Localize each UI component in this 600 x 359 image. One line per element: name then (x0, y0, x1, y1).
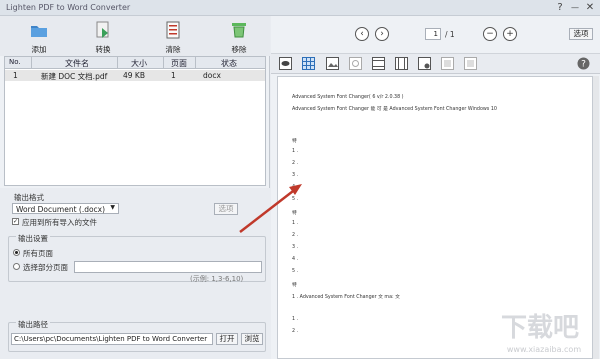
select-pages-radio[interactable] (13, 263, 20, 270)
image-icon[interactable] (326, 57, 339, 70)
document-line: 5 . (292, 269, 299, 274)
document-line: 特 (292, 283, 297, 288)
page-number-input[interactable]: 1 (425, 28, 441, 40)
col-size: 大小 (131, 59, 147, 68)
toolbar: 添加 转换 清除 移除 (0, 16, 270, 56)
convert-icon (96, 21, 109, 38)
all-pages-label: 所有页面 (23, 249, 53, 258)
layout-icon[interactable] (441, 57, 454, 70)
page-range-example: (示例: 1,3-6,10) (190, 275, 244, 283)
rotate-icon[interactable] (349, 57, 362, 70)
cell-no: 1 (13, 71, 18, 80)
output-path-input[interactable]: C:\Users\pc\Documents\Lighten PDF to Wor… (11, 333, 213, 345)
clear-button[interactable]: 清除 (150, 18, 196, 54)
zoom-out-button[interactable]: − (483, 27, 497, 41)
document-line: 1 . (292, 221, 299, 226)
apply-all-checkbox[interactable]: ✓ (12, 218, 19, 225)
col-status: 状态 (221, 59, 237, 68)
page-total: / 1 (445, 30, 455, 39)
browse-button[interactable]: 浏览 (241, 333, 263, 345)
title-bar: Lighten PDF to Word Converter ? — ✕ (0, 0, 600, 16)
page-margin-icon[interactable] (395, 57, 408, 70)
col-filename: 文件名 (65, 59, 89, 68)
apply-all-label: 应用到所有导入的文件 (22, 218, 97, 227)
preview-nav: ‹ › 1 / 1 − + 选项 (271, 16, 600, 54)
eye-icon[interactable] (279, 57, 292, 70)
window-title: Lighten PDF to Word Converter (6, 3, 131, 12)
cell-size: 49 KB (123, 71, 145, 80)
next-page-button[interactable]: › (375, 27, 389, 41)
clear-list-icon (166, 21, 180, 39)
dropdown-arrow-icon: ▼ (110, 204, 115, 211)
settings-area: 输出格式 Word Document (.docx) ▼ 选项 ✓ 应用到所有导… (0, 188, 270, 359)
remove-button[interactable]: 移除 (216, 18, 262, 54)
document-line: Advanced System Font Changer 能 可 是 Advan… (292, 107, 497, 112)
add-button[interactable]: 添加 (16, 18, 62, 54)
help-icon[interactable]: ? (554, 2, 566, 14)
document-line: 3 . (292, 245, 299, 250)
clear-label: 清除 (165, 45, 181, 54)
page-settings-icon[interactable] (418, 57, 431, 70)
app-window: Lighten PDF to Word Converter ? — ✕ 添加 转… (0, 0, 600, 359)
trash-icon (232, 23, 246, 38)
watermark-text: 下载吧 (501, 313, 579, 343)
table-view-icon[interactable] (464, 57, 477, 70)
page-header-icon[interactable] (372, 57, 385, 70)
cell-filename: 新建 DOC 文档.pdf (41, 72, 108, 81)
document-line: 特 (292, 139, 297, 144)
document-line: 特 (292, 211, 297, 216)
document-line: 2 . (292, 329, 299, 334)
select-pages-label: 选择部分页面 (23, 263, 68, 272)
view-toolbar: ? (271, 54, 600, 74)
document-line: 1 . (292, 317, 299, 322)
format-options-button[interactable]: 选项 (214, 203, 238, 215)
document-line: 2 . (292, 233, 299, 238)
output-settings-title: 输出设置 (16, 233, 50, 244)
document-line: 4 . (292, 257, 299, 262)
document-line: 1 . (292, 149, 299, 154)
remove-label: 移除 (231, 45, 247, 54)
watermark-logo: 下载吧 www.xiazaiba.com (501, 313, 581, 354)
document-line: 1 . Advanced System Font Changer 文 ma: 文 (292, 295, 400, 300)
svg-text:?: ? (581, 60, 586, 70)
watermark-url: www.xiazaiba.com (507, 345, 581, 354)
close-button[interactable]: ✕ (584, 2, 596, 14)
cell-pages: 1 (171, 71, 176, 80)
table-header: No. 文件名 大小 页面 状态 (5, 57, 265, 69)
open-folder-button[interactable]: 打开 (216, 333, 238, 345)
col-no: No. (9, 58, 21, 66)
document-line: 3 . (292, 173, 299, 178)
folder-icon (31, 26, 47, 37)
document-line: 2 . (292, 161, 299, 166)
zoom-in-button[interactable]: + (503, 27, 517, 41)
grid-icon[interactable] (302, 57, 315, 70)
convert-label: 转换 (95, 45, 111, 54)
help-icon[interactable]: ? (577, 57, 590, 70)
all-pages-radio[interactable] (13, 249, 20, 256)
convert-button[interactable]: 转换 (80, 18, 126, 54)
col-pages: 页面 (171, 59, 187, 68)
page-range-input[interactable] (74, 261, 262, 273)
file-table[interactable]: No. 文件名 大小 页面 状态 1 新建 DOC 文档.pdf 49 KB 1… (4, 56, 266, 186)
document-line: 4 . (292, 185, 299, 190)
format-selected: Word Document (.docx) (16, 205, 106, 214)
output-path-title: 输出路径 (16, 319, 50, 330)
cell-status: docx (203, 71, 221, 80)
add-label: 添加 (31, 45, 47, 54)
table-row[interactable]: 1 新建 DOC 文档.pdf 49 KB 1 docx (5, 70, 265, 81)
format-select[interactable]: Word Document (.docx) ▼ (12, 203, 119, 214)
output-format-title: 输出格式 (14, 193, 44, 202)
document-line: Advanced System Font Changer( 6 v/r 2.0.… (292, 95, 404, 100)
preview-options-button[interactable]: 选项 (569, 28, 593, 40)
prev-page-button[interactable]: ‹ (355, 27, 369, 41)
minimize-button[interactable]: — (569, 2, 581, 14)
document-line: 5 . (292, 197, 299, 202)
left-panel: 添加 转换 清除 移除 No. 文件名 大小 页面 状态 1 新建 DOC 文档… (0, 16, 270, 359)
